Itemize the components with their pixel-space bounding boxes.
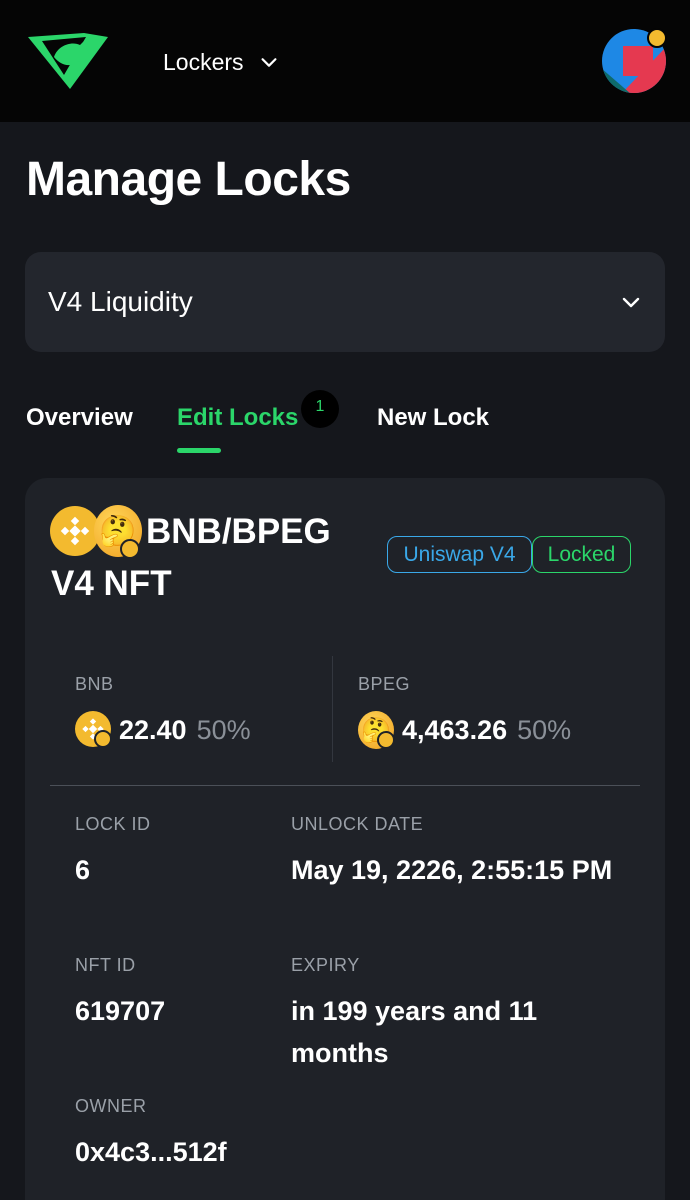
token-bnb-amount: 22.40 [119, 714, 187, 745]
edit-locks-count-badge: 1 [301, 390, 339, 428]
token-bpeg-amount-row: 🤔 4,463.26 50% [358, 711, 571, 749]
lockers-nav-dropdown[interactable]: Lockers [163, 44, 280, 80]
tab-overview[interactable]: Overview [26, 404, 133, 432]
bpeg-thinking-coin-icon: 🤔 [358, 711, 396, 749]
unicrypt-logo-icon[interactable] [24, 27, 112, 91]
token-bpeg-percent: 50% [517, 714, 572, 745]
owner-label: OWNER [75, 1096, 147, 1116]
nft-id-field: NFT ID 619707 [75, 955, 165, 1032]
bnb-chain-badge [647, 28, 667, 48]
wallet-avatar[interactable] [601, 28, 667, 94]
chevron-down-icon [261, 58, 277, 67]
lock-id-value: 6 [75, 855, 91, 885]
nft-id-value: 619707 [75, 996, 166, 1026]
lock-card[interactable]: 🤔 BNB/BPEG V4 NFT Uniswap V4 Locked BNB [25, 478, 665, 1200]
tab-new-lock[interactable]: New Lock [377, 404, 489, 432]
lockers-nav-label: Lockers [163, 48, 244, 75]
unlock-date-value: May 19, 2226, 2:55:15 PM [291, 855, 613, 885]
token-bnb-percent: 50% [196, 714, 251, 745]
lock-id-label: LOCK ID [75, 814, 151, 834]
bnb-coin-icon [75, 711, 113, 749]
expiry-label: EXPIRY [291, 955, 360, 975]
lock-id-field: LOCK ID 6 [75, 814, 151, 891]
top-bar: Lockers [0, 0, 690, 122]
expiry-field: EXPIRY in 199 years and 11 months [291, 955, 591, 1074]
unlock-date-label: UNLOCK DATE [291, 814, 424, 834]
token-bnb-label: BNB [75, 674, 114, 694]
protocol-badge: Uniswap V4 [387, 536, 532, 573]
nft-id-label: NFT ID [75, 955, 136, 975]
token-bpeg-label: BPEG [358, 674, 411, 694]
page-title: Manage Locks [26, 153, 351, 206]
active-tab-indicator [177, 448, 221, 453]
card-divider [50, 785, 640, 786]
tab-bar: Overview Edit Locks 1 New Lock [26, 390, 666, 456]
pair-subtitle: V4 NFT [51, 564, 172, 603]
chevron-down-icon [622, 297, 640, 308]
expiry-value: in 199 years and 11 months [291, 996, 538, 1068]
unlock-date-field: UNLOCK DATE May 19, 2226, 2:55:15 PM [291, 814, 631, 891]
owner-field: OWNER 0x4c3...512f [75, 1096, 227, 1173]
pair-title: BNB/BPEG V4 NFT [51, 506, 361, 610]
lock-type-select-value: V4 Liquidity [48, 286, 193, 317]
token-bnb: BNB 22.40 50% [75, 674, 251, 749]
lock-type-select[interactable]: V4 Liquidity [25, 252, 665, 352]
token-divider [332, 656, 333, 762]
owner-value[interactable]: 0x4c3...512f [75, 1131, 227, 1173]
token-bpeg: BPEG 🤔 4,463.26 50% [358, 674, 571, 749]
token-bpeg-amount: 4,463.26 [402, 714, 508, 745]
tab-edit-locks[interactable]: Edit Locks [177, 404, 298, 432]
status-badge: Locked [532, 536, 631, 573]
token-bnb-amount-row: 22.40 50% [75, 711, 251, 749]
pair-name: BNB/BPEG [146, 512, 331, 551]
